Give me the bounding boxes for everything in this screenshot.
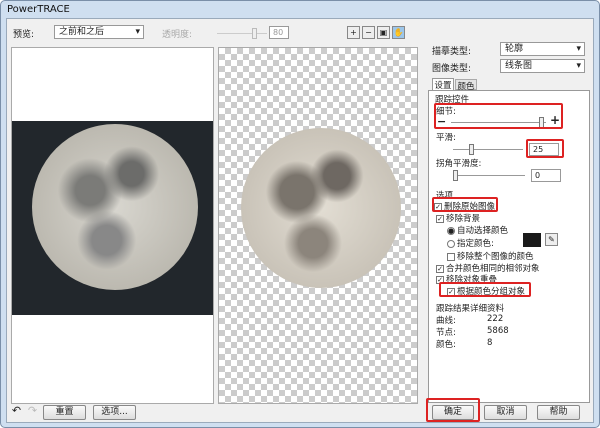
- highlight-smoothing: [526, 139, 564, 158]
- original-image: [12, 121, 213, 315]
- undo-icon[interactable]: ↶: [10, 405, 23, 418]
- fit-icon[interactable]: ▣: [377, 26, 390, 39]
- colors-label: 颜色:: [436, 340, 456, 350]
- moon-original: [32, 124, 198, 290]
- moon-traced: [241, 128, 401, 288]
- cancel-button[interactable]: 取消: [484, 405, 527, 420]
- reset-button[interactable]: 重置: [43, 405, 86, 420]
- window-title: PowerTRACE: [7, 4, 70, 15]
- highlight-detail: [434, 103, 563, 129]
- options-button[interactable]: 选项...: [93, 405, 136, 420]
- curves-label: 曲线:: [436, 316, 456, 326]
- trace-type-select[interactable]: 轮廓: [500, 42, 585, 56]
- redo-icon[interactable]: ↷: [26, 405, 39, 418]
- nodes-label: 节点:: [436, 328, 456, 338]
- highlight-delete: [432, 197, 498, 212]
- specify-color-radio[interactable]: 指定颜色:: [447, 237, 494, 249]
- eyedropper-icon[interactable]: ✎: [545, 233, 558, 246]
- highlight-group: [439, 282, 531, 297]
- pan-icon[interactable]: ✋: [392, 26, 405, 39]
- results-title: 跟踪结果详细资料: [436, 304, 505, 314]
- settings-tab-panel: 跟踪控件 细节: − + 平滑: 25 拐角平滑度: 0 选项 ✓ 删除原始图像 …: [428, 90, 590, 403]
- nodes-value: 5868: [487, 326, 509, 336]
- highlight-ok: [426, 398, 480, 422]
- transparency-label: 透明度:: [162, 30, 193, 40]
- colors-value: 8: [487, 338, 493, 348]
- corner-label: 拐角平滑度:: [436, 159, 482, 169]
- zoom-in-icon[interactable]: +: [347, 26, 360, 39]
- dialog-body: 预览: 之前和之后 透明度: 80 + − ▣ ✋ 描摹类型: 轮廓 图像类型:…: [6, 18, 594, 423]
- image-type-label: 图像类型:: [432, 64, 472, 74]
- transparency-value[interactable]: 80: [269, 26, 289, 39]
- image-type-select[interactable]: 线条图: [500, 59, 585, 73]
- preview-mode-select[interactable]: 之前和之后: [54, 25, 144, 39]
- trace-type-label: 描摹类型:: [432, 47, 472, 57]
- curves-value: 222: [487, 314, 504, 324]
- corner-slider[interactable]: [453, 170, 525, 181]
- tab-settings[interactable]: 设置: [432, 78, 454, 91]
- zoom-out-icon[interactable]: −: [362, 26, 375, 39]
- remove-background-checkbox[interactable]: ✓ 移除背景: [436, 212, 480, 224]
- smoothing-label: 平滑:: [436, 133, 456, 143]
- powertrace-window: PowerTRACE 预览: 之前和之后 透明度: 80 + − ▣ ✋ 描摹类…: [0, 0, 600, 428]
- corner-value[interactable]: 0: [531, 169, 561, 182]
- tab-colors[interactable]: 颜色: [455, 79, 477, 92]
- after-preview: [218, 47, 418, 404]
- specified-color-swatch[interactable]: [523, 233, 541, 247]
- preview-label: 预览:: [13, 30, 35, 40]
- before-preview: [11, 47, 214, 404]
- smoothing-slider[interactable]: [453, 144, 523, 155]
- remove-entire-color-checkbox[interactable]: 移除整个图像的颜色: [447, 250, 534, 262]
- help-button[interactable]: 帮助: [537, 405, 580, 420]
- transparency-slider[interactable]: [217, 28, 267, 39]
- auto-color-radio[interactable]: ● 自动选择颜色: [447, 224, 508, 236]
